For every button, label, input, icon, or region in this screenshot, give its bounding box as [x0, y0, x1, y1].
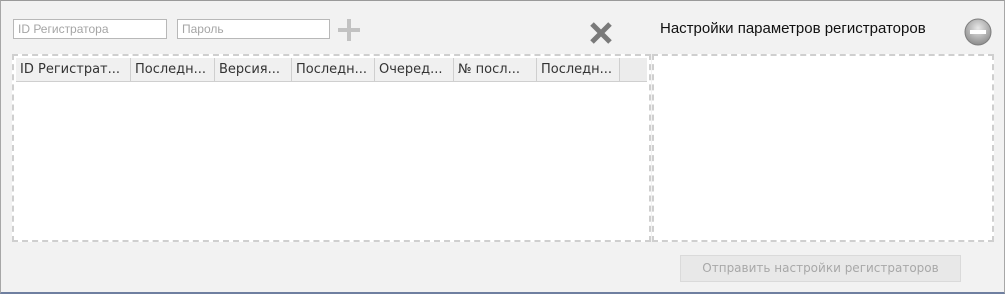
plus-icon [338, 19, 360, 41]
column-header-filler [620, 58, 647, 81]
table-header: ID Регистрат... Последн... Версия... Пос… [16, 58, 647, 82]
registrars-table: ID Регистрат... Последн... Версия... Пос… [12, 54, 651, 242]
close-icon [590, 22, 612, 44]
column-header[interactable]: ID Регистрат... [16, 58, 131, 81]
column-header[interactable]: Очеред... [375, 58, 454, 81]
collapse-settings-button[interactable] [963, 17, 993, 47]
password-input[interactable] [177, 19, 330, 39]
column-header[interactable]: Версия... [215, 58, 292, 81]
column-header[interactable]: № посл... [454, 58, 537, 81]
column-header[interactable]: Последн... [537, 58, 620, 81]
settings-panel[interactable] [652, 54, 994, 242]
column-header[interactable]: Последн... [131, 58, 215, 81]
table-body[interactable] [16, 82, 647, 238]
add-registrar-button[interactable] [336, 17, 362, 43]
remove-registrar-button[interactable] [588, 20, 614, 46]
settings-title: Настройки параметров регистраторов [660, 20, 926, 37]
send-settings-button[interactable]: Отправить настройки регистраторов [680, 255, 961, 282]
minus-circle-icon [964, 18, 992, 46]
column-header[interactable]: Последн... [292, 58, 375, 81]
registrar-id-input[interactable] [13, 19, 167, 39]
